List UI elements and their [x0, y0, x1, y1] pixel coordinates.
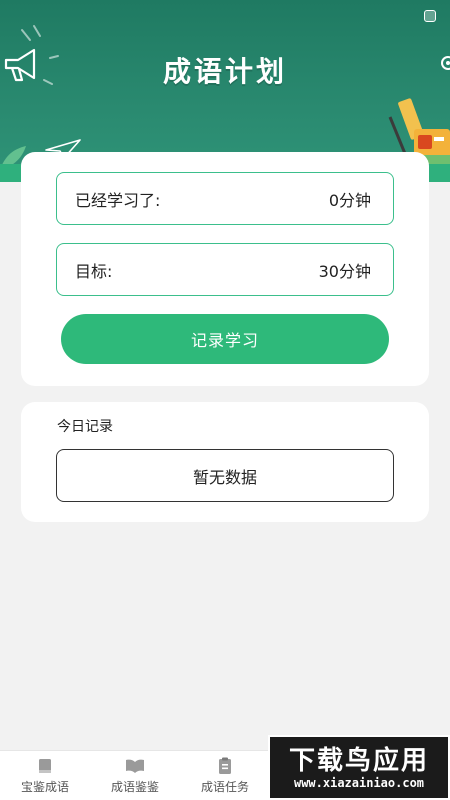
goal-value[interactable]: 30分钟 [319, 258, 371, 282]
today-record-card: 今日记录 暂无数据 [21, 402, 429, 522]
watermark-logo: 下载鸟应用 www.xiazainiao.com [268, 735, 450, 800]
goal-row[interactable]: 目标: 30分钟 [56, 243, 394, 296]
goal-label: 目标: [75, 261, 113, 281]
tab-baojian-chengyu[interactable]: 宝鉴成语 [0, 751, 90, 800]
tab-label: 宝鉴成语 [20, 780, 69, 794]
study-summary-card: 已经学习了: 0分钟 目标: 30分钟 记录学习 [21, 152, 429, 386]
tab-label: 成语鉴鉴 [110, 780, 159, 794]
clipboard-icon [219, 757, 231, 774]
record-study-button[interactable]: 记录学习 [61, 314, 389, 364]
page-title: 成语计划 [162, 55, 287, 88]
tab-label: 成语任务 [200, 780, 249, 794]
empty-state: 暂无数据 [56, 449, 394, 502]
watermark-main-text: 下载鸟应用 [288, 745, 429, 776]
tab-chengyu-jianjian[interactable]: 成语鉴鉴 [90, 751, 180, 800]
flower-icon [441, 56, 450, 70]
learned-value: 0分钟 [328, 190, 371, 210]
book-icon [39, 759, 51, 773]
status-icon [424, 10, 436, 22]
status-bar [0, 0, 450, 30]
learned-label: 已经学习了: [75, 190, 161, 210]
tab-chengyu-renwu[interactable]: 成语任务 [180, 751, 270, 800]
today-record-title: 今日记录 [57, 419, 113, 435]
open-book-icon [126, 759, 144, 773]
learned-time-row: 已经学习了: 0分钟 [56, 172, 394, 225]
watermark-url: www.xiazainiao.com [293, 775, 425, 790]
